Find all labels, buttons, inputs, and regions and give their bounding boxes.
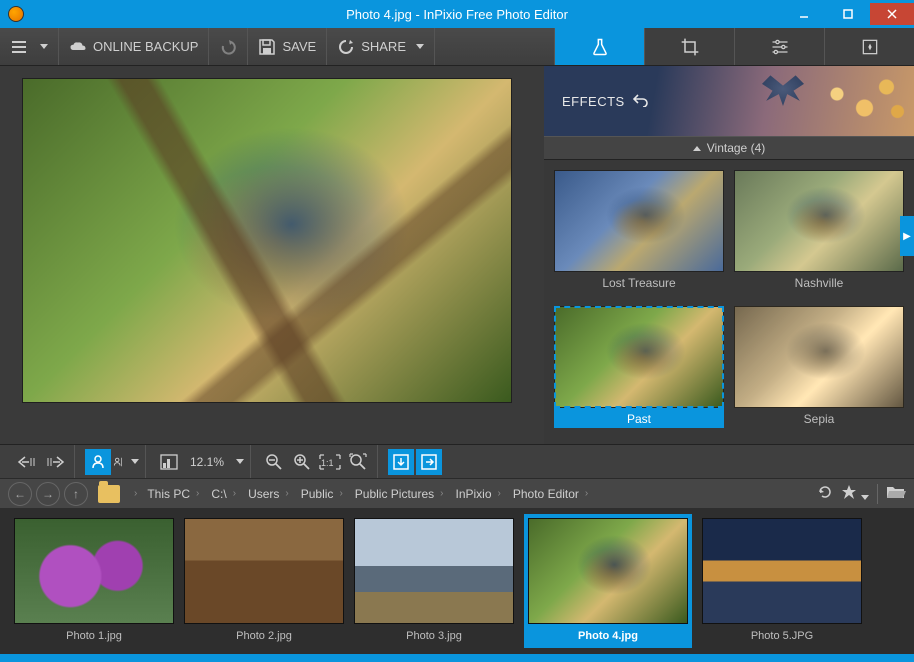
- effect-thumbnail: [734, 306, 904, 408]
- effect-thumbnail: [734, 170, 904, 272]
- horizontal-scrollbar[interactable]: [0, 654, 914, 662]
- crop-icon: [680, 37, 700, 57]
- online-backup-button[interactable]: ONLINE BACKUP: [69, 38, 198, 56]
- effects-panel: EFFECTS Vintage (4) Lost Treasure Nashvi…: [544, 66, 914, 444]
- flowers-decoration: [804, 66, 914, 136]
- effect-sepia[interactable]: Sepia: [734, 306, 904, 434]
- frame-icon: [860, 37, 880, 57]
- effect-label: Past: [554, 408, 724, 428]
- share-label: SHARE: [361, 39, 406, 54]
- filmstrip-thumbnail: [702, 518, 862, 624]
- online-backup-label: ONLINE BACKUP: [93, 39, 198, 54]
- breadcrumb-seg[interactable]: Public›: [299, 487, 349, 501]
- refresh-button[interactable]: [817, 484, 833, 503]
- zoom-toolbar: 12.1% 1:1: [0, 444, 914, 478]
- flask-icon: [590, 37, 610, 57]
- effect-thumbnail: [554, 306, 724, 408]
- prev-image-button[interactable]: [14, 449, 40, 475]
- effects-category-header[interactable]: Vintage (4): [544, 136, 914, 160]
- effect-thumbnail: [554, 170, 724, 272]
- effect-nashville[interactable]: Nashville: [734, 170, 904, 298]
- effects-title: EFFECTS: [562, 94, 625, 109]
- nav-forward-button[interactable]: →: [36, 482, 60, 506]
- open-folder-button[interactable]: [886, 484, 906, 503]
- filmstrip-label: Photo 1.jpg: [14, 624, 174, 642]
- main-toolbar: ONLINE BACKUP SAVE SHARE: [0, 28, 914, 66]
- filmstrip-item[interactable]: Photo 3.jpg: [354, 518, 514, 648]
- nav-up-button[interactable]: ↑: [64, 482, 88, 506]
- breadcrumb-seg[interactable]: Photo Editor›: [511, 487, 594, 501]
- zoom-fit-button[interactable]: [345, 449, 371, 475]
- filmstrip-thumbnail: [14, 518, 174, 624]
- filmstrip-item[interactable]: Photo 5.JPG: [702, 518, 862, 648]
- cloud-icon: [69, 38, 87, 56]
- panel-collapse-handle[interactable]: ▶: [900, 216, 914, 256]
- save-button[interactable]: SAVE: [258, 38, 316, 56]
- filmstrip-item[interactable]: Photo 1.jpg: [14, 518, 174, 648]
- zoom-dropdown[interactable]: [236, 459, 244, 464]
- filmstrip-thumbnail: [184, 518, 344, 624]
- breadcrumb-seg[interactable]: This PC›: [145, 487, 205, 501]
- zoom-in-button[interactable]: [289, 449, 315, 475]
- canvas-area: [0, 66, 544, 444]
- effects-undo-button[interactable]: [633, 93, 649, 110]
- effect-lost-treasure[interactable]: Lost Treasure: [554, 170, 724, 298]
- tab-effects[interactable]: [554, 28, 644, 65]
- share-icon: [337, 38, 355, 56]
- breadcrumb-seg[interactable]: Users›: [246, 487, 295, 501]
- effect-label: Sepia: [734, 408, 904, 428]
- close-button[interactable]: [870, 3, 914, 25]
- filmstrip-item[interactable]: Photo 2.jpg: [184, 518, 344, 648]
- zoom-value: 12.1%: [184, 455, 230, 469]
- filmstrip-label: Photo 4.jpg: [528, 624, 688, 642]
- filmstrip-label: Photo 2.jpg: [184, 624, 344, 642]
- zoom-out-button[interactable]: [261, 449, 287, 475]
- filmstrip-item[interactable]: Photo 4.jpg: [524, 514, 692, 648]
- menu-button[interactable]: [10, 39, 48, 55]
- filmstrip-label: Photo 3.jpg: [354, 624, 514, 642]
- effects-category-label: Vintage (4): [707, 141, 765, 155]
- maximize-button[interactable]: [826, 3, 870, 25]
- compare-view-button[interactable]: [113, 449, 139, 475]
- chevron-up-icon: [693, 146, 701, 151]
- favorite-button[interactable]: [841, 484, 869, 503]
- breadcrumb-seg[interactable]: Public Pictures›: [353, 487, 450, 501]
- undo-button[interactable]: [219, 38, 237, 56]
- nav-back-button[interactable]: ←: [8, 482, 32, 506]
- filmstrip-thumbnail: [354, 518, 514, 624]
- folder-icon: [98, 485, 120, 503]
- zoom-100-button[interactable]: 1:1: [317, 449, 343, 475]
- next-image-button[interactable]: [42, 449, 68, 475]
- breadcrumb-bar: ← → ↑ › This PC› C:\› Users› Public› Pub…: [0, 478, 914, 508]
- tab-adjust[interactable]: [734, 28, 824, 65]
- window-title: Photo 4.jpg - InPixio Free Photo Editor: [346, 7, 568, 22]
- export-button[interactable]: [416, 449, 442, 475]
- histogram-button[interactable]: [156, 449, 182, 475]
- effects-header: EFFECTS: [544, 66, 914, 136]
- breadcrumb-seg[interactable]: C:\›: [209, 487, 242, 501]
- share-button[interactable]: SHARE: [337, 38, 424, 56]
- tab-crop[interactable]: [644, 28, 734, 65]
- single-view-button[interactable]: [85, 449, 111, 475]
- minimize-button[interactable]: [782, 3, 826, 25]
- filmstrip-label: Photo 5.JPG: [702, 624, 862, 642]
- effect-label: Lost Treasure: [554, 272, 724, 292]
- window-titlebar: Photo 4.jpg - InPixio Free Photo Editor: [0, 0, 914, 28]
- import-button[interactable]: [388, 449, 414, 475]
- main-image[interactable]: [22, 78, 512, 403]
- filmstrip-thumbnail: [528, 518, 688, 624]
- save-label: SAVE: [282, 39, 316, 54]
- effect-past[interactable]: Past: [554, 306, 724, 434]
- sliders-icon: [770, 37, 790, 57]
- app-icon: [8, 6, 24, 22]
- filmstrip: Photo 1.jpg Photo 2.jpg Photo 3.jpg Phot…: [0, 508, 914, 654]
- svg-text:1:1: 1:1: [321, 458, 334, 468]
- tab-frames[interactable]: [824, 28, 914, 65]
- breadcrumb-seg[interactable]: InPixio›: [454, 487, 507, 501]
- butterfly-decoration: [762, 72, 804, 106]
- effect-label: Nashville: [734, 272, 904, 292]
- save-icon: [258, 38, 276, 56]
